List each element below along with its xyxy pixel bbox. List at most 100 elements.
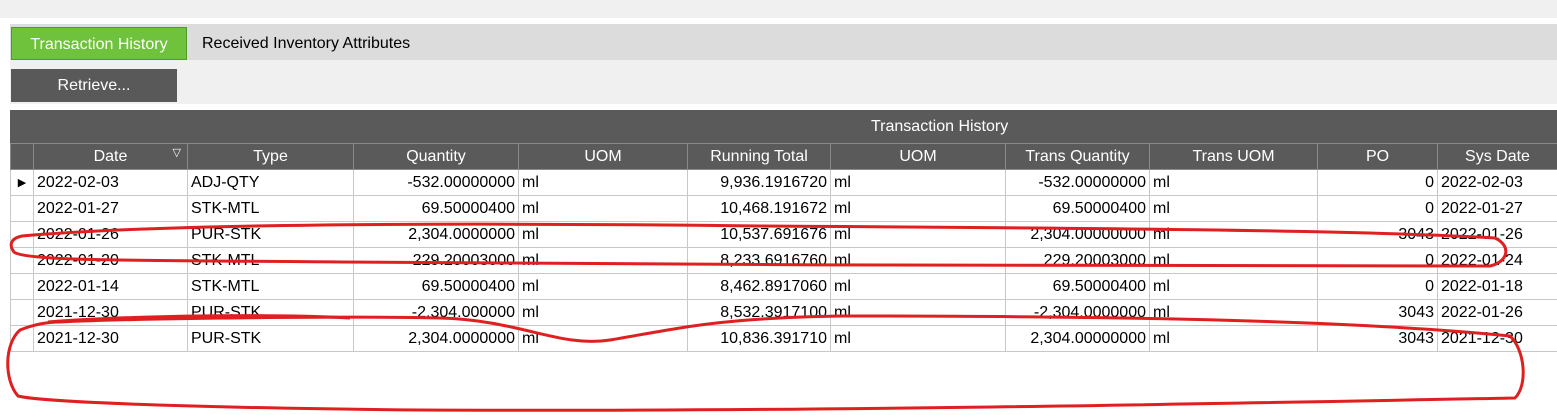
cell-sys-date[interactable]: 2022-01-26 (1437, 221, 1557, 248)
cell-uom-2[interactable]: ml (830, 169, 1006, 196)
cell-running-total[interactable]: 9,936.1916720 (687, 169, 831, 196)
cell-quantity[interactable]: -2,304.000000 (353, 299, 519, 326)
cell-date[interactable]: 2021-12-30 (33, 299, 188, 326)
table-row[interactable]: 2022-01-27 STK-MTL 69.50000400 ml 10,468.191… (10, 195, 1557, 222)
cell-quantity[interactable]: 69.50000400 (353, 195, 519, 222)
cell-sys-date[interactable]: 2022-01-24 (1437, 247, 1557, 274)
cell-trans-uom[interactable]: ml (1149, 325, 1318, 352)
cell-sys-date[interactable]: 2022-01-18 (1437, 273, 1557, 300)
cell-quantity[interactable]: 69.50000400 (353, 273, 519, 300)
cell-date[interactable]: 2022-01-27 (33, 195, 188, 222)
column-header-uom-2[interactable]: UOM (830, 143, 1006, 170)
cell-po[interactable]: 3043 (1317, 325, 1438, 352)
cell-sys-date[interactable]: 2022-01-26 (1437, 299, 1557, 326)
cell-uom[interactable]: ml (518, 169, 688, 196)
cell-trans-uom[interactable]: ml (1149, 195, 1318, 222)
cell-uom[interactable]: ml (518, 273, 688, 300)
grid-group-title: Transaction History (871, 118, 1009, 135)
cell-uom[interactable]: ml (518, 195, 688, 222)
cell-po[interactable]: 0 (1317, 247, 1438, 274)
column-header-running-total[interactable]: Running Total (687, 143, 831, 170)
cell-po[interactable]: 0 (1317, 169, 1438, 196)
table-row[interactable]: 2022-01-14 STK-MTL 69.50000400 ml 8,462.8917… (10, 273, 1557, 300)
cell-trans-uom[interactable]: ml (1149, 221, 1318, 248)
row-selector[interactable] (10, 195, 34, 222)
table-row[interactable]: 2021-12-30 PUR-STK -2,304.000000 ml 8,532.39… (10, 299, 1557, 326)
column-header-quantity[interactable]: Quantity (353, 143, 519, 170)
cell-quantity[interactable]: 2,304.0000000 (353, 221, 519, 248)
row-selector[interactable] (10, 247, 34, 274)
table-row[interactable]: 2021-12-30 PUR-STK 2,304.0000000 ml 10,836.3… (10, 325, 1557, 352)
retrieve-button[interactable]: Retrieve... (11, 69, 177, 102)
cell-type[interactable]: PUR-STK (187, 325, 354, 352)
cell-type[interactable]: STK-MTL (187, 273, 354, 300)
cell-uom-2[interactable]: ml (830, 273, 1006, 300)
cell-running-total[interactable]: 10,537.691676 (687, 221, 831, 248)
tab-received-inventory-attributes[interactable]: Received Inventory Attributes (202, 27, 410, 60)
row-selector-arrow-icon[interactable]: ▶ (10, 169, 34, 196)
column-header-type[interactable]: Type (187, 143, 354, 170)
cell-trans-quantity[interactable]: -532.00000000 (1005, 169, 1150, 196)
cell-trans-uom[interactable]: ml (1149, 299, 1318, 326)
cell-running-total[interactable]: 8,462.8917060 (687, 273, 831, 300)
sort-filter-icon[interactable]: ▽ (173, 146, 181, 159)
cell-uom-2[interactable]: ml (830, 247, 1006, 274)
cell-date[interactable]: 2022-02-03 (33, 169, 188, 196)
cell-running-total[interactable]: 8,532.3917100 (687, 299, 831, 326)
cell-quantity[interactable]: 2,304.0000000 (353, 325, 519, 352)
cell-sys-date[interactable]: 2022-01-27 (1437, 195, 1557, 222)
cell-po[interactable]: 0 (1317, 195, 1438, 222)
cell-sys-date[interactable]: 2022-02-03 (1437, 169, 1557, 196)
column-header-uom[interactable]: UOM (518, 143, 688, 170)
cell-quantity[interactable]: 229.20003000 (353, 247, 519, 274)
tab-transaction-history[interactable]: Transaction History (11, 27, 187, 60)
row-selector[interactable] (10, 273, 34, 300)
row-selector[interactable] (10, 325, 34, 352)
cell-uom[interactable]: ml (518, 299, 688, 326)
cell-type[interactable]: STK-MTL (187, 195, 354, 222)
transaction-history-grid: Transaction History Date ▽ Type Quantity … (10, 110, 1557, 400)
column-header-trans-uom[interactable]: Trans UOM (1149, 143, 1318, 170)
row-selector[interactable] (10, 299, 34, 326)
cell-po[interactable]: 3043 (1317, 299, 1438, 326)
cell-running-total[interactable]: 10,468.191672 (687, 195, 831, 222)
cell-trans-quantity[interactable]: 2,304.00000000 (1005, 221, 1150, 248)
cell-uom-2[interactable]: ml (830, 221, 1006, 248)
cell-date[interactable]: 2022-01-26 (33, 221, 188, 248)
cell-trans-uom[interactable]: ml (1149, 247, 1318, 274)
cell-trans-quantity[interactable]: 229.20003000 (1005, 247, 1150, 274)
column-header-po[interactable]: PO (1317, 143, 1438, 170)
cell-po[interactable]: 0 (1317, 273, 1438, 300)
cell-type[interactable]: STK-MTL (187, 247, 354, 274)
column-header-trans-quantity[interactable]: Trans Quantity (1005, 143, 1150, 170)
cell-running-total[interactable]: 10,836.391710 (687, 325, 831, 352)
cell-type[interactable]: ADJ-QTY (187, 169, 354, 196)
table-row[interactable]: ▶ 2022-02-03 ADJ-QTY -532.00000000 ml 9,936.1… (10, 169, 1557, 196)
column-header-date[interactable]: Date ▽ (33, 143, 188, 170)
table-row[interactable]: 2022-01-20 STK-MTL 229.20003000 ml 8,233.691… (10, 247, 1557, 274)
cell-quantity[interactable]: -532.00000000 (353, 169, 519, 196)
cell-trans-quantity[interactable]: -2,304.0000000 (1005, 299, 1150, 326)
column-header-sys-date[interactable]: Sys Date (1437, 143, 1557, 170)
cell-sys-date[interactable]: 2021-12-30 (1437, 325, 1557, 352)
cell-date[interactable]: 2022-01-20 (33, 247, 188, 274)
row-selector[interactable] (10, 221, 34, 248)
cell-type[interactable]: PUR-STK (187, 221, 354, 248)
cell-trans-uom[interactable]: ml (1149, 273, 1318, 300)
cell-uom[interactable]: ml (518, 221, 688, 248)
cell-trans-quantity[interactable]: 2,304.00000000 (1005, 325, 1150, 352)
cell-uom-2[interactable]: ml (830, 195, 1006, 222)
cell-uom[interactable]: ml (518, 247, 688, 274)
cell-date[interactable]: 2021-12-30 (33, 325, 188, 352)
cell-uom[interactable]: ml (518, 325, 688, 352)
cell-uom-2[interactable]: ml (830, 325, 1006, 352)
table-row[interactable]: 2022-01-26 PUR-STK 2,304.0000000 ml 10,537.6… (10, 221, 1557, 248)
cell-uom-2[interactable]: ml (830, 299, 1006, 326)
cell-type[interactable]: PUR-STK (187, 299, 354, 326)
cell-trans-quantity[interactable]: 69.50000400 (1005, 273, 1150, 300)
cell-running-total[interactable]: 8,233.6916760 (687, 247, 831, 274)
cell-po[interactable]: 3043 (1317, 221, 1438, 248)
cell-date[interactable]: 2022-01-14 (33, 273, 188, 300)
cell-trans-quantity[interactable]: 69.50000400 (1005, 195, 1150, 222)
cell-trans-uom[interactable]: ml (1149, 169, 1318, 196)
